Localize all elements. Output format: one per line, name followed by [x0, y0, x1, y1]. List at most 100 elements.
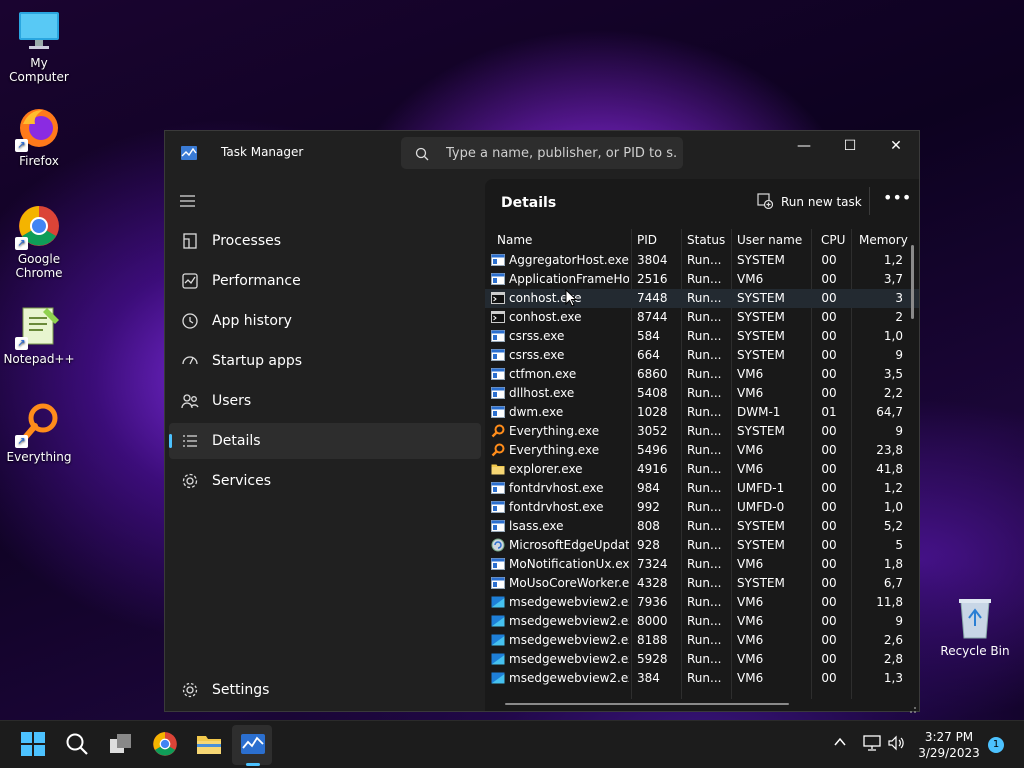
table-row[interactable]: conhost.exe 7448 Run... SYSTEM 00 3 — [485, 289, 919, 308]
process-user: SYSTEM — [737, 291, 785, 305]
network-icon[interactable] — [862, 735, 882, 753]
column-header-pid[interactable]: PID — [631, 229, 681, 251]
column-header-status[interactable]: Status — [681, 229, 731, 251]
table-row[interactable]: ctfmon.exe 6860 Run... VM6 00 3,5 — [485, 365, 919, 384]
notification-badge[interactable]: 1 — [988, 737, 1004, 753]
desktop-icon-firefox[interactable]: ↗ Firefox — [0, 106, 78, 168]
nav-item-services[interactable]: Services — [169, 463, 481, 499]
table-row[interactable]: dllhost.exe 5408 Run... VM6 00 2,2 — [485, 384, 919, 403]
table-row[interactable]: csrss.exe 584 Run... SYSTEM 00 1,0 — [485, 327, 919, 346]
users-icon — [181, 392, 199, 410]
more-options-button[interactable]: ••• — [883, 189, 911, 209]
column-header-name[interactable]: ^ Name — [485, 229, 631, 251]
process-name: fontdrvhost.exe — [509, 500, 604, 514]
process-name: Everything.exe — [509, 424, 600, 438]
vertical-scrollbar[interactable] — [911, 245, 914, 319]
start-button[interactable] — [20, 731, 46, 757]
minimize-button[interactable]: — — [781, 131, 827, 161]
process-status: Run... — [687, 291, 722, 305]
nav-item-processes[interactable]: Processes — [169, 223, 481, 259]
table-row[interactable]: explorer.exe 4916 Run... VM6 00 41,8 — [485, 460, 919, 479]
column-header-cpu[interactable]: CPU — [811, 229, 851, 251]
task-manager-window: Task Manager — ☐ ✕ Processes Performance — [164, 130, 920, 713]
table-row[interactable]: Everything.exe 3052 Run... SYSTEM 00 9 — [485, 422, 919, 441]
search-input[interactable] — [446, 143, 676, 163]
table-row[interactable]: MicrosoftEdgeUpdat... 928 Run... SYSTEM 00 5 — [485, 536, 919, 555]
process-name: ApplicationFrameHo... — [509, 272, 629, 286]
table-row[interactable]: fontdrvhost.exe 984 Run... UMFD-1 00 1,2 — [485, 479, 919, 498]
process-cpu: 01 — [821, 405, 837, 419]
table-row[interactable]: AggregatorHost.exe 3804 Run... SYSTEM 00 1,2 — [485, 251, 919, 270]
process-memory: 23,8 — [876, 443, 903, 457]
column-header-memory[interactable]: Memory — [851, 229, 911, 251]
shortcut-arrow-icon: ↗ — [15, 337, 28, 350]
desktop-icon-label: Everything — [6, 450, 72, 464]
process-cpu: 00 — [821, 500, 837, 514]
table-row[interactable]: csrss.exe 664 Run... SYSTEM 00 9 — [485, 346, 919, 365]
process-name: lsass.exe — [509, 519, 564, 533]
hamburger-menu-icon[interactable] — [179, 193, 197, 207]
table-row[interactable]: msedgewebview2.exe 7936 Run... VM6 00 11,8 — [485, 593, 919, 612]
process-pid: 4916 — [637, 462, 668, 476]
taskbar-search-button[interactable] — [64, 731, 90, 757]
table-row[interactable]: Everything.exe 5496 Run... VM6 00 23,8 — [485, 441, 919, 460]
process-pid: 984 — [637, 481, 660, 495]
desktop-icon-recycle-bin[interactable]: Recycle Bin — [938, 596, 1012, 658]
process-status: Run... — [687, 253, 722, 267]
process-edge-update-icon — [491, 538, 505, 552]
table-row[interactable]: MoNotificationUx.exe 7324 Run... VM6 00 1,8 — [485, 555, 919, 574]
process-cpu: 00 — [821, 329, 837, 343]
process-pid: 8188 — [637, 633, 668, 647]
nav-item-users[interactable]: Users — [169, 383, 481, 419]
resize-grip-icon[interactable] — [907, 699, 917, 713]
taskbar-file-explorer-button[interactable] — [196, 731, 222, 757]
folder-icon — [197, 736, 221, 754]
nav-item-app-history[interactable]: App history — [169, 303, 481, 339]
volume-icon[interactable] — [886, 735, 906, 753]
maximize-button[interactable]: ☐ — [827, 131, 873, 161]
nav-item-details[interactable]: Details — [169, 423, 481, 459]
close-button[interactable]: ✕ — [873, 131, 919, 161]
nav-item-performance[interactable]: Performance — [169, 263, 481, 299]
process-memory: 3 — [895, 291, 903, 305]
table-row[interactable]: msedgewebview2.exe 8000 Run... VM6 00 9 — [485, 612, 919, 631]
table-row[interactable]: msedgewebview2.exe 8188 Run... VM6 00 2,6 — [485, 631, 919, 650]
table-row[interactable]: dwm.exe 1028 Run... DWM-1 01 64,7 — [485, 403, 919, 422]
process-everything-icon — [491, 443, 505, 457]
table-row[interactable]: conhost.exe 8744 Run... SYSTEM 00 2 — [485, 308, 919, 327]
table-row[interactable]: fontdrvhost.exe 992 Run... UMFD-0 00 1,0 — [485, 498, 919, 517]
title-bar[interactable]: Task Manager — ☐ ✕ — [165, 131, 919, 173]
processes-icon — [181, 232, 199, 250]
table-row[interactable]: msedgewebview2.exe 5928 Run... VM6 00 2,8 — [485, 650, 919, 669]
search-box[interactable] — [401, 137, 683, 169]
process-folder-icon — [491, 462, 505, 476]
details-panel: Details Run new task ••• ^ Name PID Stat… — [485, 179, 919, 713]
desktop-icon-everything[interactable]: ↗ Everything — [0, 402, 78, 464]
desktop-icon-chrome[interactable]: ↗ Google Chrome — [0, 204, 78, 280]
process-memory: 2,8 — [883, 652, 903, 666]
taskbar-chrome-button[interactable] — [152, 731, 178, 757]
nav-item-settings[interactable]: Settings — [169, 672, 481, 708]
column-header-user-name[interactable]: User name — [731, 229, 811, 251]
table-row[interactable]: msedgewebview2.exe 384 Run... VM6 00 1,3 — [485, 669, 919, 688]
process-cpu: 00 — [821, 633, 837, 647]
process-pid: 3052 — [637, 424, 668, 438]
table-row[interactable]: MoUsoCoreWorker.e... 4328 Run... SYSTEM 00 6,… — [485, 574, 919, 593]
table-row[interactable]: lsass.exe 808 Run... SYSTEM 00 5,2 — [485, 517, 919, 536]
process-pid: 5928 — [637, 652, 668, 666]
process-cpu: 00 — [821, 424, 837, 438]
process-name: dwm.exe — [509, 405, 564, 419]
desktop-icon-my-computer[interactable]: My Computer — [0, 8, 78, 84]
process-status: Run... — [687, 405, 722, 419]
desktop-icon-notepad-plus-plus[interactable]: ↗ Notepad++ — [0, 304, 78, 366]
process-user: VM6 — [737, 367, 764, 381]
show-hidden-icons-chevron-icon[interactable] — [830, 735, 850, 753]
task-view-button[interactable] — [108, 731, 134, 757]
task-view-icon — [110, 734, 131, 753]
process-name: ctfmon.exe — [509, 367, 577, 381]
horizontal-scrollbar[interactable] — [505, 703, 789, 705]
process-name: msedgewebview2.exe — [509, 633, 629, 647]
nav-item-startup-apps[interactable]: Startup apps — [169, 343, 481, 379]
table-row[interactable]: ApplicationFrameHo... 2516 Run... VM6 00 3,7 — [485, 270, 919, 289]
taskbar-clock[interactable]: 3:27 PM 3/29/2023 — [914, 729, 984, 761]
